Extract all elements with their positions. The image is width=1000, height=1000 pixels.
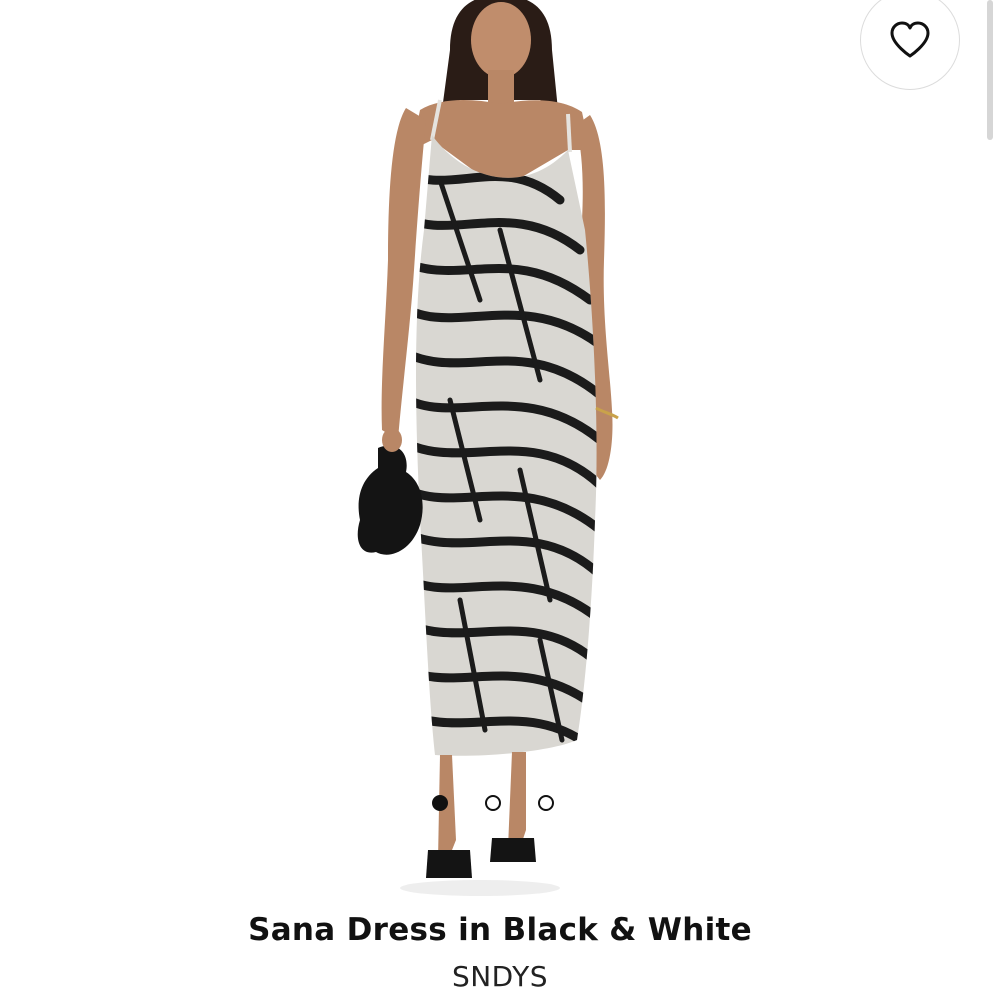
carousel-dot-1[interactable] [432, 795, 448, 811]
wishlist-button[interactable] [860, 0, 960, 90]
carousel-pagination [432, 795, 554, 811]
scrollbar[interactable] [987, 0, 993, 140]
product-title: Sana Dress in Black & White [248, 912, 752, 948]
carousel-dot-3[interactable] [538, 795, 554, 811]
product-image[interactable] [300, 0, 700, 900]
product-brand[interactable]: SNDYS [0, 960, 1000, 993]
carousel-dot-2[interactable] [485, 795, 501, 811]
model-illustration [357, 0, 619, 896]
product-page: Sana Dress in Black & White SNDYS [0, 0, 1000, 1000]
heart-outline-icon [890, 21, 930, 58]
